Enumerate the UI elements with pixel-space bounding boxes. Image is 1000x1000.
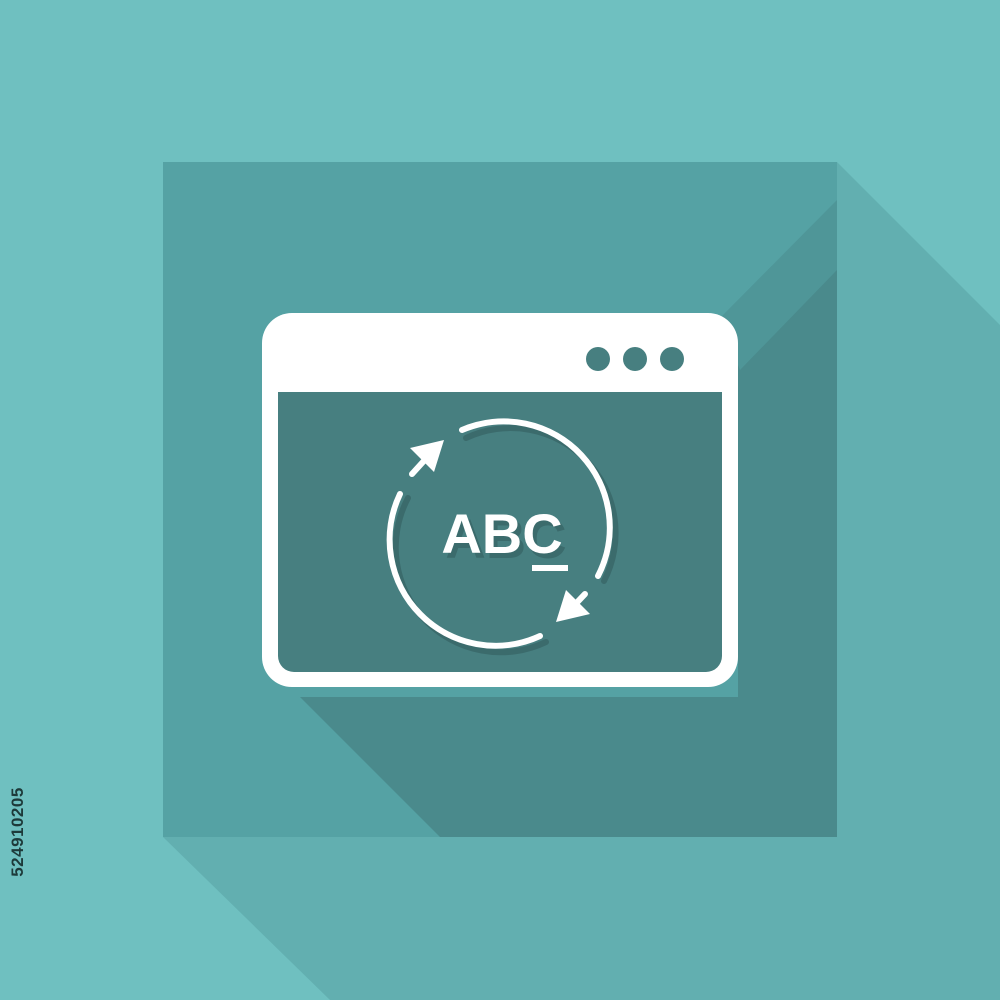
window-control-dot xyxy=(660,347,684,371)
stock-id-label: 524910205 xyxy=(8,787,27,877)
abc-cursor-underline xyxy=(532,565,568,571)
browser-window-body-top xyxy=(278,392,722,412)
icon-scene: ABC ABC xyxy=(163,162,1000,1000)
window-control-dot xyxy=(623,347,647,371)
window-control-dot xyxy=(586,347,610,371)
abc-label: ABC xyxy=(441,502,562,565)
